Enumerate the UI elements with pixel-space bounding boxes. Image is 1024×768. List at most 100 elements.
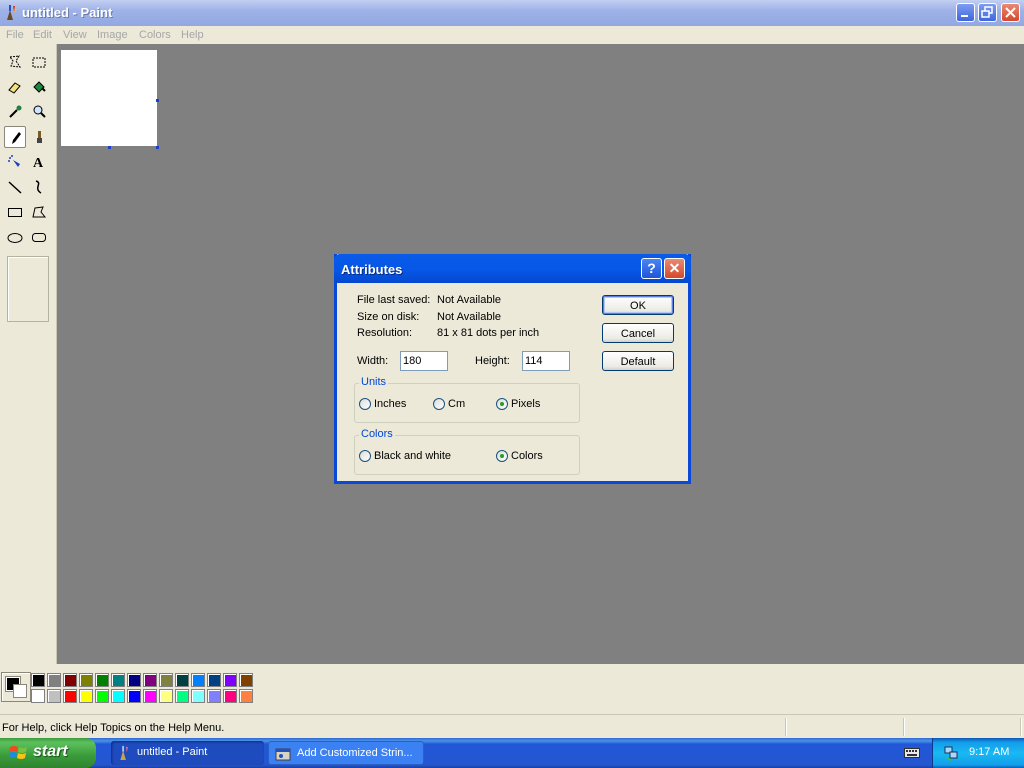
dialog-close-button[interactable]: ✕ [664,258,685,279]
text-tool[interactable]: A [28,151,50,173]
pixels-radio[interactable] [496,398,508,410]
rectangle-icon [8,208,22,217]
palette-swatch[interactable] [31,673,45,687]
rectangle-select-tool[interactable] [28,51,50,73]
palette-swatch[interactable] [159,689,173,703]
height-input[interactable] [522,351,570,371]
cancel-button[interactable]: Cancel [602,323,674,343]
palette-swatch[interactable] [223,673,237,687]
minimize-button[interactable] [956,3,975,22]
palette-swatch[interactable] [143,689,157,703]
menu-image[interactable]: Image [97,29,128,41]
file-last-saved-value: Not Available [437,294,502,306]
menu-help[interactable]: Help [181,29,204,41]
inches-label[interactable]: Inches [374,398,406,410]
palette-swatch[interactable] [207,673,221,687]
fill-bucket-tool[interactable] [28,76,50,98]
menu-colors[interactable]: Colors [139,29,171,41]
tool-options-box[interactable] [7,256,49,322]
restore-button[interactable] [978,3,997,22]
palette-swatch[interactable] [191,673,205,687]
color-picker-tool[interactable] [4,101,26,123]
tool-box: A [0,44,57,664]
palette-swatch[interactable] [239,673,253,687]
status-divider [1020,718,1021,736]
palette-swatch[interactable] [63,673,77,687]
airbrush-icon [8,155,20,167]
line-tool[interactable] [4,176,26,198]
palette-swatch[interactable] [207,689,221,703]
ellipse-tool[interactable] [4,226,26,248]
taskbar-item-paint[interactable]: untitled - Paint [111,741,264,765]
size-on-disk-value: Not Available [437,311,502,323]
line-icon [8,181,22,194]
palette-swatch[interactable] [239,689,253,703]
palette-swatch[interactable] [223,689,237,703]
resize-handle-right[interactable] [156,99,159,102]
cm-label[interactable]: Cm [448,398,465,410]
airbrush-tool[interactable] [4,151,26,173]
keyboard-icon[interactable] [904,747,920,759]
menu-file[interactable]: File [6,29,24,41]
help-icon: ? [647,260,656,276]
palette-swatch[interactable] [95,689,109,703]
width-input[interactable] [400,351,448,371]
rectangle-tool[interactable] [4,201,26,223]
rounded-rectangle-icon [32,233,46,242]
text-icon: A [33,156,44,170]
brush-tool[interactable] [28,126,50,148]
palette-swatch[interactable] [175,689,189,703]
palette-swatch[interactable] [47,689,61,703]
pencil-tool[interactable] [4,126,26,148]
palette-swatch[interactable] [79,673,93,687]
black-and-white-radio[interactable] [359,450,371,462]
palette-swatch[interactable] [95,673,109,687]
fill-bucket-icon [33,81,46,93]
ellipse-icon [7,233,23,243]
resize-handle-bottom[interactable] [108,146,111,149]
palette-swatch[interactable] [143,673,157,687]
resize-handle-corner[interactable] [156,146,159,149]
black-and-white-label[interactable]: Black and white [374,450,451,462]
magnifier-tool[interactable] [28,101,50,123]
palette-swatch[interactable] [191,689,205,703]
dialog-title-bar[interactable]: Attributes ? ✕ [334,254,691,283]
palette-swatch[interactable] [127,673,141,687]
inches-radio[interactable] [359,398,371,410]
taskbar-item-add-customized-string[interactable]: Add Customized Strin... [268,741,424,765]
rounded-rectangle-tool[interactable] [28,226,50,248]
default-button[interactable]: Default [602,351,674,371]
colors-label[interactable]: Colors [511,450,543,462]
eraser-tool[interactable] [4,76,26,98]
palette-swatch[interactable] [159,673,173,687]
title-bar[interactable]: untitled - Paint [0,0,1024,26]
colors-radio[interactable] [496,450,508,462]
windows-logo-icon [9,746,27,759]
cm-radio[interactable] [433,398,445,410]
status-divider [785,718,786,736]
palette-swatch[interactable] [47,673,61,687]
pixels-label[interactable]: Pixels [511,398,540,410]
drawing-canvas[interactable] [61,50,157,146]
network-icon[interactable] [943,745,959,761]
ok-button[interactable]: OK [602,295,674,315]
background-color [13,684,27,698]
palette-swatch[interactable] [63,689,77,703]
current-colors [1,672,31,702]
help-button[interactable]: ? [641,258,662,279]
start-button[interactable]: start [0,738,96,768]
close-window-button[interactable] [1001,3,1020,22]
curve-tool[interactable] [28,176,50,198]
palette-swatch[interactable] [31,689,45,703]
menu-edit[interactable]: Edit [33,29,52,41]
palette-swatch[interactable] [175,673,189,687]
clock[interactable]: 9:17 AM [969,746,1009,758]
paint-app-icon [120,745,128,761]
free-form-select-tool[interactable] [4,51,26,73]
menu-view[interactable]: View [63,29,87,41]
palette-swatch[interactable] [79,689,93,703]
palette-swatch[interactable] [127,689,141,703]
palette-swatch[interactable] [111,689,125,703]
polygon-tool[interactable] [28,201,50,223]
palette-swatch[interactable] [111,673,125,687]
